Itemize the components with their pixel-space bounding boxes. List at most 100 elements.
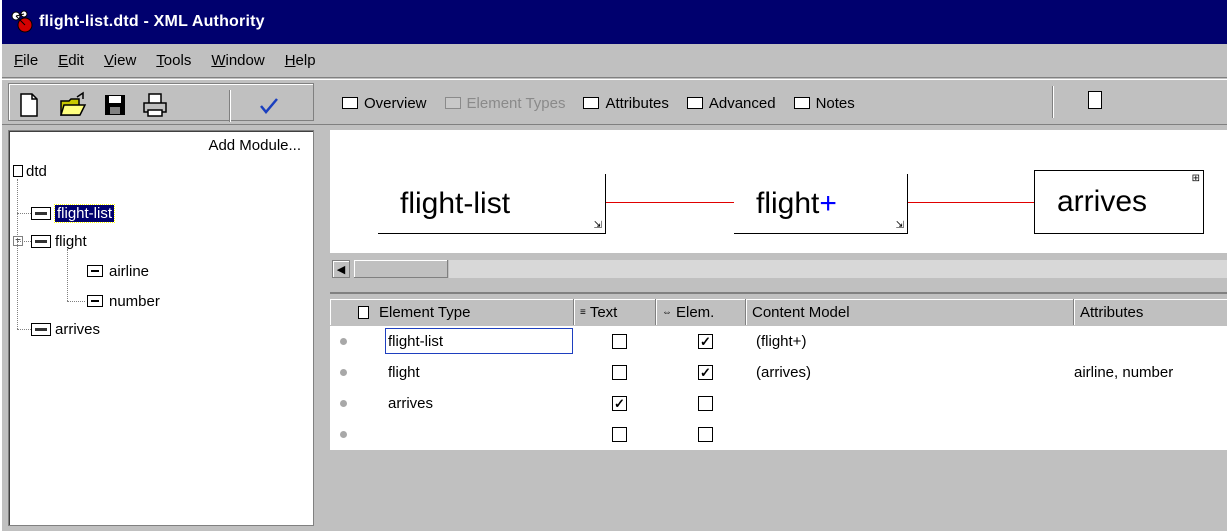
tree-item-flight-list[interactable]: flight-list — [31, 203, 116, 223]
scroll-left-icon[interactable]: ◀ — [332, 260, 350, 278]
save-disk-icon[interactable] — [101, 91, 129, 119]
open-folder-icon[interactable] — [59, 91, 87, 119]
table-row[interactable]: flight-list (flight+) — [330, 326, 1227, 357]
text-icon: ≡ — [580, 306, 586, 318]
menu-file[interactable]: File — [14, 52, 38, 69]
add-module-button[interactable]: Add Module... — [208, 137, 301, 154]
menu-bar: File Edit View Tools Window Help — [2, 44, 1227, 78]
elem-checkbox[interactable] — [698, 427, 713, 442]
cell-attributes[interactable] — [1074, 388, 1084, 419]
diagram-node-flight[interactable]: flight + ⇲ — [734, 174, 908, 234]
col-header-element-type[interactable]: Element Type — [330, 299, 574, 325]
document-icon — [358, 305, 369, 319]
col-header-elem[interactable]: ⇔ Elem. — [656, 299, 746, 325]
cell-content-model[interactable] — [746, 419, 756, 450]
tab-advanced[interactable]: Advanced — [686, 95, 776, 112]
tree-item-label: flight-list — [53, 203, 116, 223]
attribute-icon — [87, 295, 103, 307]
content-model-diagram: flight-list ⇲ flight + ⇲ arrives ⊞ — [330, 130, 1227, 252]
menu-tools[interactable]: Tools — [156, 52, 191, 69]
cell-element-type[interactable]: flight — [378, 357, 420, 388]
tree-item-arrives[interactable]: arrives — [31, 319, 100, 339]
tree-line — [67, 301, 85, 302]
attributes-icon — [583, 97, 600, 109]
table-row[interactable] — [330, 419, 1227, 450]
tree-item-label: number — [109, 292, 160, 310]
text-checkbox[interactable] — [612, 365, 627, 380]
tree-item-label: airline — [109, 262, 150, 280]
toolbar-separator — [229, 90, 231, 122]
cell-content-model[interactable]: (arrives) — [746, 357, 811, 388]
tree-root[interactable]: dtd — [13, 161, 47, 181]
document-icon[interactable] — [1088, 91, 1102, 109]
row-marker-icon — [340, 338, 347, 345]
element-icon — [31, 322, 51, 336]
expand-icon[interactable]: ⇲ — [896, 220, 904, 231]
new-document-icon[interactable] — [15, 91, 43, 119]
tab-overview[interactable]: Overview — [342, 95, 427, 112]
cell-attributes[interactable] — [1074, 326, 1084, 357]
app-logo-icon — [10, 8, 36, 36]
col-header-label: Content Model — [752, 303, 850, 321]
notes-icon — [793, 97, 810, 109]
text-checkbox[interactable] — [612, 334, 627, 349]
cell-element-type[interactable]: arrives — [378, 388, 433, 419]
collapse-icon[interactable]: − — [13, 236, 23, 246]
tab-element-types[interactable]: Element Types — [444, 95, 565, 112]
tree-line — [17, 329, 31, 330]
row-marker-icon — [340, 369, 347, 376]
scroll-track[interactable] — [449, 260, 1227, 278]
col-header-content-model[interactable]: Content Model — [746, 299, 1074, 325]
cell-content-model[interactable] — [746, 388, 756, 419]
elem-checkbox[interactable] — [698, 396, 713, 411]
tree-item-label: arrives — [55, 320, 101, 338]
element-types-icon — [444, 97, 461, 109]
elem-checkbox[interactable] — [698, 365, 713, 380]
tree-line — [67, 249, 68, 301]
tree-item-airline[interactable]: airline — [87, 261, 149, 281]
occurrence-indicator: + — [819, 186, 837, 220]
diagram-connector — [908, 202, 1034, 203]
text-checkbox[interactable] — [612, 396, 627, 411]
menu-window[interactable]: Window — [211, 52, 264, 69]
tree-item-flight[interactable]: − flight — [13, 231, 87, 251]
menu-edit[interactable]: Edit — [58, 52, 84, 69]
col-header-attributes[interactable]: Attributes — [1074, 299, 1227, 325]
tab-notes[interactable]: Notes — [793, 95, 855, 112]
cell-element-type[interactable]: flight-list — [378, 326, 443, 357]
node-label: flight — [756, 186, 820, 220]
col-header-label: Element Type — [379, 303, 471, 321]
pane-splitter[interactable] — [316, 130, 330, 526]
cell-content-model[interactable]: (flight+) — [746, 326, 806, 357]
element-icon — [31, 234, 51, 248]
table-row[interactable]: flight (arrives) airline, number — [330, 357, 1227, 388]
node-label: flight-list — [400, 186, 511, 220]
menu-view[interactable]: View — [104, 52, 136, 69]
table-row[interactable]: arrives — [330, 388, 1227, 419]
attribute-icon — [87, 265, 103, 277]
print-icon[interactable] — [141, 91, 169, 119]
element-type-grid: Element Type ≡ Text ⇔ Elem. Content Mode… — [330, 292, 1227, 531]
row-marker-icon — [340, 431, 347, 438]
node-label: arrives — [1057, 185, 1148, 218]
tab-attributes[interactable]: Attributes — [583, 95, 669, 112]
menu-help[interactable]: Help — [285, 52, 316, 69]
elem-checkbox[interactable] — [698, 334, 713, 349]
validate-check-icon[interactable] — [255, 91, 283, 119]
text-content-icon: ⊞ — [1191, 173, 1200, 184]
tree-item-number[interactable]: number — [87, 291, 160, 311]
col-header-text[interactable]: ≡ Text — [574, 299, 656, 325]
cell-element-type[interactable] — [378, 419, 388, 450]
col-header-label: Text — [589, 303, 618, 321]
cell-attributes[interactable] — [1074, 419, 1084, 450]
cell-attributes[interactable]: airline, number — [1064, 357, 1173, 388]
col-header-label: Elem. — [676, 303, 715, 321]
text-checkbox[interactable] — [612, 427, 627, 442]
diagram-node-arrives[interactable]: arrives ⊞ — [1034, 170, 1204, 234]
expand-icon[interactable]: ⇲ — [594, 220, 602, 231]
diagram-scrollbar[interactable]: ◀ — [330, 252, 1227, 284]
scroll-thumb[interactable] — [354, 260, 448, 278]
diagram-node-flight-list[interactable]: flight-list ⇲ — [378, 174, 606, 234]
view-tabs: Overview Element Types Attributes Advanc… — [342, 86, 873, 120]
module-tree-pane: Add Module... dtd flight-list − flight a… — [8, 130, 314, 526]
